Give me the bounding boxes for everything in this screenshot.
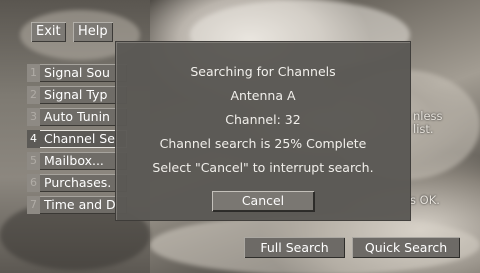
settings-menu: 1 Signal Sou 2 Signal Typ 3 Auto Tunin 4 Cha…: [27, 64, 127, 218]
background-hint-text: s OK.: [410, 193, 440, 207]
menu-item-number: 6: [27, 174, 40, 192]
menu-item-label: Time and D: [44, 197, 116, 212]
full-search-button[interactable]: Full Search: [244, 237, 345, 258]
menu-item-time-and-date[interactable]: 7 Time and D: [27, 196, 127, 214]
menu-item-number: 5: [27, 152, 40, 170]
menu-item-signal-type[interactable]: 2 Signal Typ: [27, 86, 127, 104]
menu-item-number: 3: [27, 108, 40, 126]
dialog-title: Searching for Channels: [190, 64, 336, 79]
menu-item-label: Signal Sou: [44, 65, 110, 80]
menu-item-label: Purchases.: [44, 175, 112, 190]
menu-item-label: Channel Se: [44, 131, 115, 146]
menu-item-number: 7: [27, 196, 40, 214]
channel-search-dialog: Searching for Channels Antenna A Channel…: [116, 42, 410, 220]
quick-search-button[interactable]: Quick Search: [352, 237, 460, 258]
menu-item-number: 4: [27, 130, 40, 148]
menu-item-label: Signal Typ: [44, 87, 108, 102]
antenna-label: Antenna A: [230, 88, 296, 103]
menu-item-number: 1: [27, 64, 40, 82]
background-hint-text: nless: [413, 109, 443, 123]
tv-screen: Exit Help 1 Signal Sou 2 Signal Typ 3 Auto …: [0, 0, 480, 273]
progress-status: Channel search is 25% Complete: [159, 136, 367, 151]
menu-item-label: Auto Tunin: [44, 109, 110, 124]
menu-item-mailbox[interactable]: 5 Mailbox...: [27, 152, 127, 170]
menu-item-purchases[interactable]: 6 Purchases.: [27, 174, 127, 192]
channel-number: Channel: 32: [225, 112, 301, 127]
menu-item-auto-tuning[interactable]: 3 Auto Tunin: [27, 108, 127, 126]
cancel-instruction: Select "Cancel" to interrupt search.: [152, 160, 374, 175]
menu-item-channel-search[interactable]: 4 Channel Se: [27, 130, 127, 148]
help-button[interactable]: Help: [73, 22, 113, 42]
menu-item-signal-source[interactable]: 1 Signal Sou: [27, 64, 127, 82]
menu-item-label: Mailbox...: [44, 153, 104, 168]
exit-button[interactable]: Exit: [31, 22, 66, 42]
menu-item-number: 2: [27, 86, 40, 104]
background-hint-text: list.: [413, 122, 434, 136]
cancel-button[interactable]: Cancel: [212, 191, 314, 211]
